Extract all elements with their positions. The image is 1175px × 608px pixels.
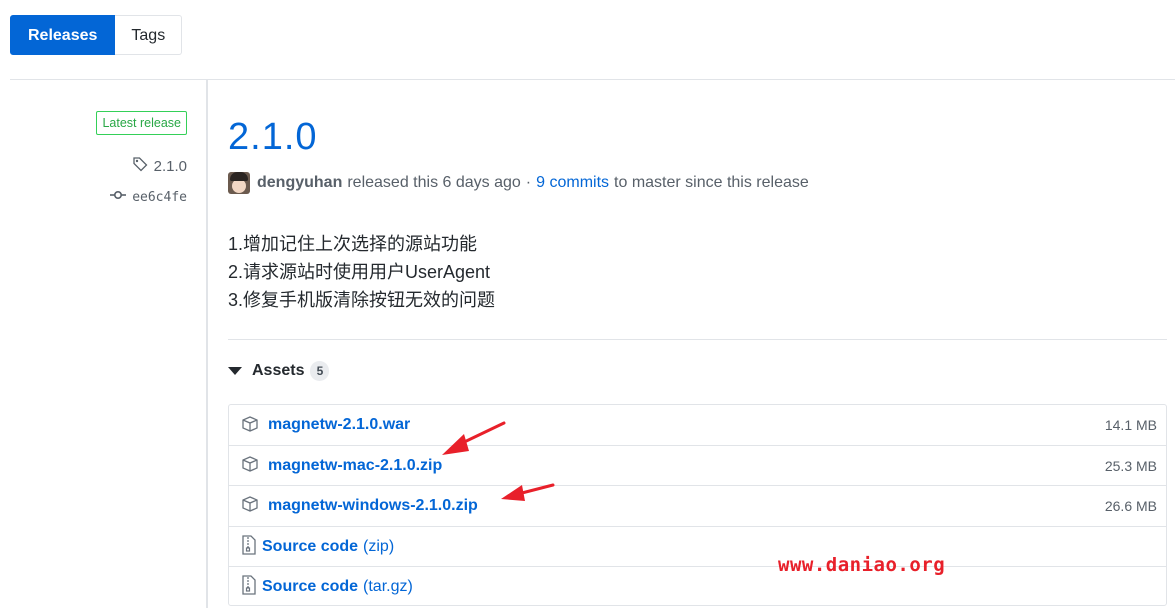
source-code-zip-link[interactable]: Source code bbox=[262, 538, 358, 556]
assets-count-badge: 5 bbox=[310, 361, 330, 381]
asset-row: magnetw-mac-2.1.0.zip 25.3 MB bbox=[229, 445, 1166, 485]
watermark: www.daniao.org bbox=[778, 554, 946, 576]
asset-row: magnetw-2.1.0.war 14.1 MB bbox=[229, 405, 1166, 445]
source-row: Source code (tar.gz) bbox=[229, 566, 1166, 606]
assets-heading: Assets bbox=[252, 362, 305, 379]
source-format[interactable]: (tar.gz) bbox=[363, 578, 413, 596]
release-tabs: Releases Tags bbox=[10, 15, 183, 55]
asset-link[interactable]: magnetw-windows-2.1.0.zip bbox=[268, 497, 478, 515]
release-tag[interactable]: 2.1.0 bbox=[132, 156, 187, 176]
tag-label: 2.1.0 bbox=[153, 157, 187, 175]
commits-link[interactable]: 9 commits bbox=[536, 174, 609, 192]
tab-tags[interactable]: Tags bbox=[115, 15, 183, 55]
commit-sha: ee6c4fe bbox=[132, 189, 187, 205]
asset-row: magnetw-windows-2.1.0.zip 26.6 MB bbox=[229, 485, 1166, 525]
note-line: 1.增加记住上次选择的源站功能 bbox=[228, 234, 478, 254]
file-zip-icon bbox=[241, 535, 257, 558]
latest-release-badge: Latest release bbox=[96, 111, 187, 135]
package-icon bbox=[241, 455, 259, 476]
package-icon bbox=[241, 415, 259, 436]
release-notes: 1.增加记住上次选择的源站功能 2.请求源站时使用用户UserAgent 3.修… bbox=[228, 230, 495, 314]
asset-size: 14.1 MB bbox=[1104, 417, 1157, 433]
commit-icon bbox=[110, 189, 127, 205]
source-code-targz-link[interactable]: Source code bbox=[262, 578, 358, 596]
file-zip-icon bbox=[241, 575, 257, 598]
release-byline: dengyuhan released this 6 days ago · 9 c… bbox=[228, 172, 809, 194]
asset-size: 26.6 MB bbox=[1104, 497, 1157, 514]
author-link[interactable]: dengyuhan bbox=[257, 174, 342, 192]
tag-icon bbox=[132, 156, 148, 176]
divider bbox=[10, 79, 1175, 80]
source-format[interactable]: (zip) bbox=[363, 538, 394, 556]
commits-suffix: to master since this release bbox=[614, 174, 809, 191]
release-commit[interactable]: ee6c4fe bbox=[110, 189, 187, 205]
released-text: released this 6 days ago bbox=[347, 174, 521, 191]
separator: · bbox=[525, 174, 532, 191]
tab-releases[interactable]: Releases bbox=[10, 15, 116, 55]
asset-link[interactable]: magnetw-mac-2.1.0.zip bbox=[268, 457, 442, 475]
timeline-line bbox=[206, 80, 208, 608]
asset-size: 25.3 MB bbox=[1104, 457, 1157, 474]
note-line: 3.修复手机版清除按钮无效的问题 bbox=[228, 290, 496, 310]
release-title[interactable]: 2.1.0 bbox=[228, 116, 318, 159]
source-row: Source code (zip) bbox=[229, 526, 1166, 566]
asset-link[interactable]: magnetw-2.1.0.war bbox=[268, 416, 410, 434]
avatar[interactable] bbox=[228, 172, 250, 194]
package-icon bbox=[241, 495, 259, 516]
assets-toggle[interactable]: Assets 5 bbox=[228, 361, 330, 381]
caret-down-icon bbox=[228, 367, 242, 375]
divider bbox=[228, 339, 1167, 340]
note-line: 2.请求源站时使用用户UserAgent bbox=[228, 262, 491, 282]
assets-list: magnetw-2.1.0.war 14.1 MB magnetw-mac-2.… bbox=[228, 404, 1167, 606]
